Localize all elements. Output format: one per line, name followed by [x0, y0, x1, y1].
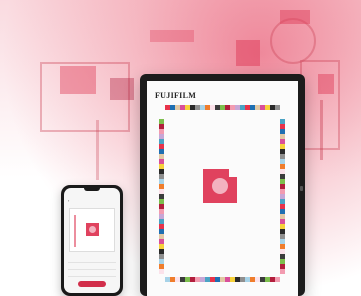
setting-row[interactable] — [68, 272, 116, 277]
color-swatch — [280, 269, 285, 274]
color-swatch — [275, 277, 280, 282]
top-color-strip — [165, 105, 280, 110]
background-red-block — [318, 74, 334, 94]
preview-color-bar — [74, 215, 76, 247]
background-red-block — [280, 10, 310, 24]
setting-row[interactable] — [68, 265, 116, 270]
tablet-device: FUJIFILM — [140, 74, 305, 296]
preview-target — [86, 223, 99, 236]
registration-target — [203, 169, 237, 203]
bottom-color-strip — [165, 277, 280, 282]
left-color-strip — [159, 119, 164, 274]
color-swatch — [159, 269, 164, 274]
preview-target-ring — [89, 226, 96, 233]
tablet-side-button — [300, 186, 303, 191]
phone-notch — [84, 188, 100, 191]
right-color-strip — [280, 119, 285, 274]
setting-row[interactable] — [68, 258, 116, 263]
background-red-block — [60, 66, 96, 94]
background-red-block — [236, 40, 260, 66]
phone-device: ‹ — [61, 185, 123, 296]
target-ring — [212, 178, 228, 194]
background-red-block — [110, 78, 134, 100]
background-line — [96, 120, 99, 180]
document-header: FUJIFILM — [155, 91, 290, 101]
background-red-block — [150, 30, 194, 42]
phone-screen: ‹ — [64, 188, 120, 293]
document-preview[interactable] — [69, 208, 115, 252]
tablet-screen: FUJIFILM — [147, 81, 298, 296]
background-line — [320, 100, 323, 160]
target-notch — [229, 169, 237, 177]
brand-logo: FUJIFILM — [155, 91, 197, 100]
color-swatch — [275, 105, 280, 110]
chevron-left-icon[interactable]: ‹ — [68, 198, 69, 203]
background-circle-outline — [270, 18, 316, 64]
print-button[interactable] — [78, 281, 106, 287]
